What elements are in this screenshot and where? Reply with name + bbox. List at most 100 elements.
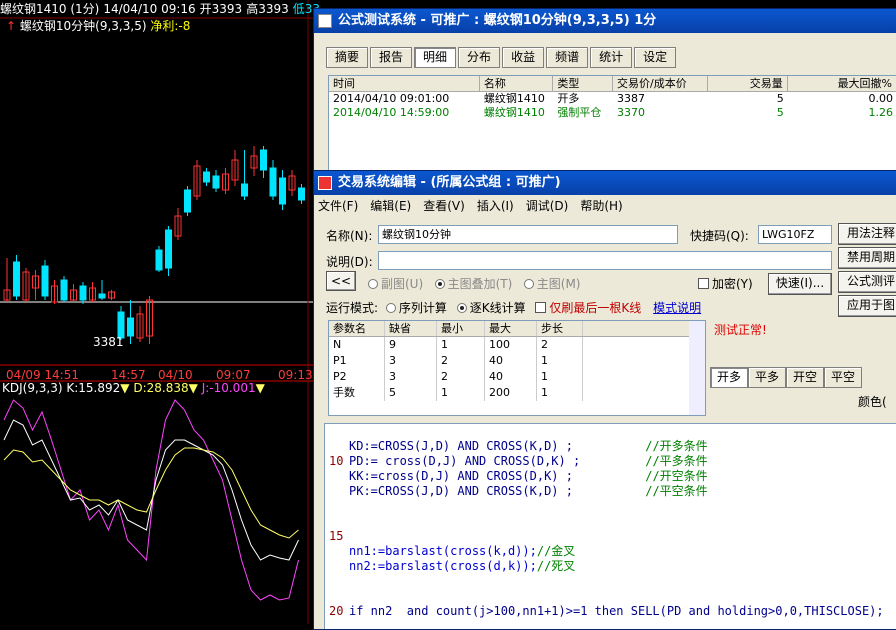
- code-text: KK:=cross(D,J) AND CROSS(D,K) ;: [349, 469, 573, 483]
- column-header[interactable]: 交易价/成本价: [613, 76, 709, 91]
- time-label: 14:57: [111, 368, 146, 382]
- candle-body: [13, 261, 20, 297]
- kline-chart[interactable]: 螺纹钢1410 (1分) 14/04/10 09:16 开3393 高3393 低33 …: [0, 0, 320, 624]
- code-comment: //金叉: [536, 544, 576, 558]
- candle-body: [203, 171, 210, 183]
- cell: 手数: [329, 385, 385, 401]
- shortcut-input[interactable]: LWG10FZ: [758, 225, 832, 244]
- mode-help-link[interactable]: 模式说明: [653, 301, 701, 315]
- tab-settings[interactable]: 设定: [634, 47, 677, 68]
- kdj-k-line: [3, 419, 299, 561]
- cell: 100: [485, 337, 537, 353]
- collapse-button[interactable]: <<: [326, 271, 356, 291]
- table-row[interactable]: 2014/04/10 09:01:00 螺纹钢1410 开多 3387 5 0.…: [329, 92, 896, 106]
- signal-tabs: 开多 平多 开空 平空: [710, 367, 863, 388]
- column-header[interactable]: 最大回撤%: [788, 76, 896, 91]
- param-scrollbar[interactable]: [689, 321, 705, 415]
- tab-close-long[interactable]: 平多: [748, 367, 787, 388]
- menu-debug[interactable]: 调试(D): [526, 199, 569, 213]
- column-header[interactable]: 交易量: [708, 76, 788, 91]
- column-header: 最小: [437, 321, 485, 336]
- param-header: 参数名 缺省 最小 最大 步长: [329, 321, 705, 337]
- radio-label: 副图(U): [381, 277, 424, 291]
- apply-to-chart-button[interactable]: 应用于图: [838, 295, 896, 317]
- candle-body: [79, 285, 87, 301]
- radio-per-bar[interactable]: [456, 303, 467, 313]
- trade-detail-table[interactable]: 时间 名称 类型 交易价/成本价 交易量 最大回撤% 2014/04/10 09…: [328, 75, 896, 185]
- table-row[interactable]: P1 3 2 40 1: [329, 353, 705, 369]
- formula-test-window[interactable]: 公式测试系统 - 可推广 : 螺纹钢10分钟(9,3,3,5) 1分 摘要 报告明…: [313, 8, 896, 188]
- code-editor[interactable]: KD:=CROSS(J,D) AND CROSS(K,D) ; //开多条件 1…: [324, 423, 896, 629]
- cell-type: 开多: [557, 92, 580, 105]
- column-header: 最大: [485, 321, 537, 336]
- menu-file[interactable]: 文件(F): [318, 199, 358, 213]
- code-comment: //平多条件: [645, 454, 708, 468]
- test-window-titlebar[interactable]: 公式测试系统 - 可推广 : 螺纹钢10分钟(9,3,3,5) 1分: [314, 9, 896, 33]
- column-header: 步长: [537, 321, 583, 336]
- code-text: nn2:=barslast(cross(d,k));: [349, 559, 537, 573]
- last-bar-label: 仅刷最后一根K线: [549, 301, 642, 315]
- tab-spectrum[interactable]: 频谱: [546, 47, 589, 68]
- tab-summary[interactable]: 摘要: [326, 47, 369, 68]
- kdj-header: KDJ(9,3,3) K:15.892▼ D:28.838▼ J:-10.001…: [2, 381, 265, 395]
- column-header[interactable]: 类型: [553, 76, 613, 91]
- menu-insert[interactable]: 插入(I): [477, 199, 514, 213]
- menu-help[interactable]: 帮助(H): [580, 199, 622, 213]
- candle-body: [212, 175, 220, 189]
- code-line: nn2:=barslast(cross(d,k));//死叉: [329, 559, 575, 574]
- code-comment: //平空条件: [645, 484, 708, 498]
- cell: 1: [537, 385, 583, 401]
- cell-price: 3370: [616, 106, 645, 119]
- tab-profit[interactable]: 收益: [502, 47, 545, 68]
- radio-sequence[interactable]: [385, 303, 396, 313]
- radio-mainchart[interactable]: [523, 279, 534, 289]
- color-label: 颜色(: [858, 395, 887, 409]
- tab-statistics[interactable]: 统计: [590, 47, 633, 68]
- desc-label: 说明(D):: [326, 255, 373, 269]
- tab-detail[interactable]: 明细: [414, 47, 457, 68]
- cell-name: 螺纹钢1410: [483, 92, 545, 105]
- arrow-down-icon: ▼: [255, 381, 265, 395]
- last-bar-checkbox[interactable]: [535, 302, 547, 313]
- table-row[interactable]: P2 3 2 40 1: [329, 369, 705, 385]
- quick-button[interactable]: 快速(I)...: [768, 273, 832, 295]
- disable-period-button[interactable]: 禁用周期: [838, 247, 896, 269]
- tab-distribution[interactable]: 分布: [458, 47, 501, 68]
- table-row[interactable]: 2014/04/10 14:59:00 螺纹钢1410 强制平仓 3370 5 …: [329, 106, 896, 120]
- kdj-j-value: J:-10.001: [201, 381, 256, 395]
- formula-eval-button[interactable]: 公式测评: [838, 271, 896, 293]
- radio-subchart[interactable]: [368, 279, 378, 289]
- encrypt-checkbox[interactable]: [698, 278, 709, 289]
- usage-notes-button[interactable]: 用法注释: [838, 223, 896, 245]
- table-row[interactable]: 手数 5 1 200 1: [329, 385, 705, 401]
- tab-open-long[interactable]: 开多: [710, 367, 749, 388]
- radio-label: 序列计算: [398, 301, 447, 315]
- desc-input[interactable]: [378, 251, 832, 270]
- tab-open-short[interactable]: 开空: [786, 367, 825, 388]
- tab-close-short[interactable]: 平空: [824, 367, 863, 388]
- window-app-icon: [318, 176, 332, 190]
- cell-qty: 5: [776, 106, 784, 119]
- column-header[interactable]: 时间: [329, 76, 480, 91]
- radio-overlay[interactable]: [434, 279, 445, 289]
- column-header[interactable]: 名称: [480, 76, 554, 91]
- candle-body: [41, 265, 49, 297]
- code-text: PK:=CROSS(J,D) AND CROSS(K,D) ;: [349, 484, 573, 498]
- time-label: 04/09 14:51: [6, 368, 79, 382]
- menu-view[interactable]: 查看(V): [423, 199, 465, 213]
- editor-window-titlebar[interactable]: 交易系统编辑 - (所属公式组 : 可推广): [314, 171, 896, 195]
- trading-system-editor-window[interactable]: 交易系统编辑 - (所属公式组 : 可推广) 文件(F) 编辑(E) 查看(V) 插入…: [313, 170, 896, 630]
- menu-edit[interactable]: 编辑(E): [370, 199, 411, 213]
- kdj-d-value: D:28.838: [133, 381, 189, 395]
- parameter-table[interactable]: 参数名 缺省 最小 最大 步长 N 9 1 100 2 P1 3 2 40 1 P2 3 2 40 1 …: [328, 320, 706, 416]
- table-header: 时间 名称 类型 交易价/成本价 交易量 最大回撤%: [329, 76, 896, 92]
- candle-body: [127, 317, 134, 337]
- code-line: PK:=CROSS(J,D) AND CROSS(K,D) ; //平空条件: [329, 484, 708, 499]
- candle-body: [298, 187, 305, 201]
- cell-time: 2014/04/10 09:01:00: [333, 92, 450, 105]
- cell-qty: 5: [776, 92, 784, 105]
- name-input[interactable]: 螺纹钢10分钟: [378, 225, 678, 244]
- table-row[interactable]: N 9 1 100 2: [329, 337, 705, 353]
- chart-symbol: 螺纹钢1410 (1分): [0, 2, 100, 16]
- tab-report[interactable]: 报告: [370, 47, 413, 68]
